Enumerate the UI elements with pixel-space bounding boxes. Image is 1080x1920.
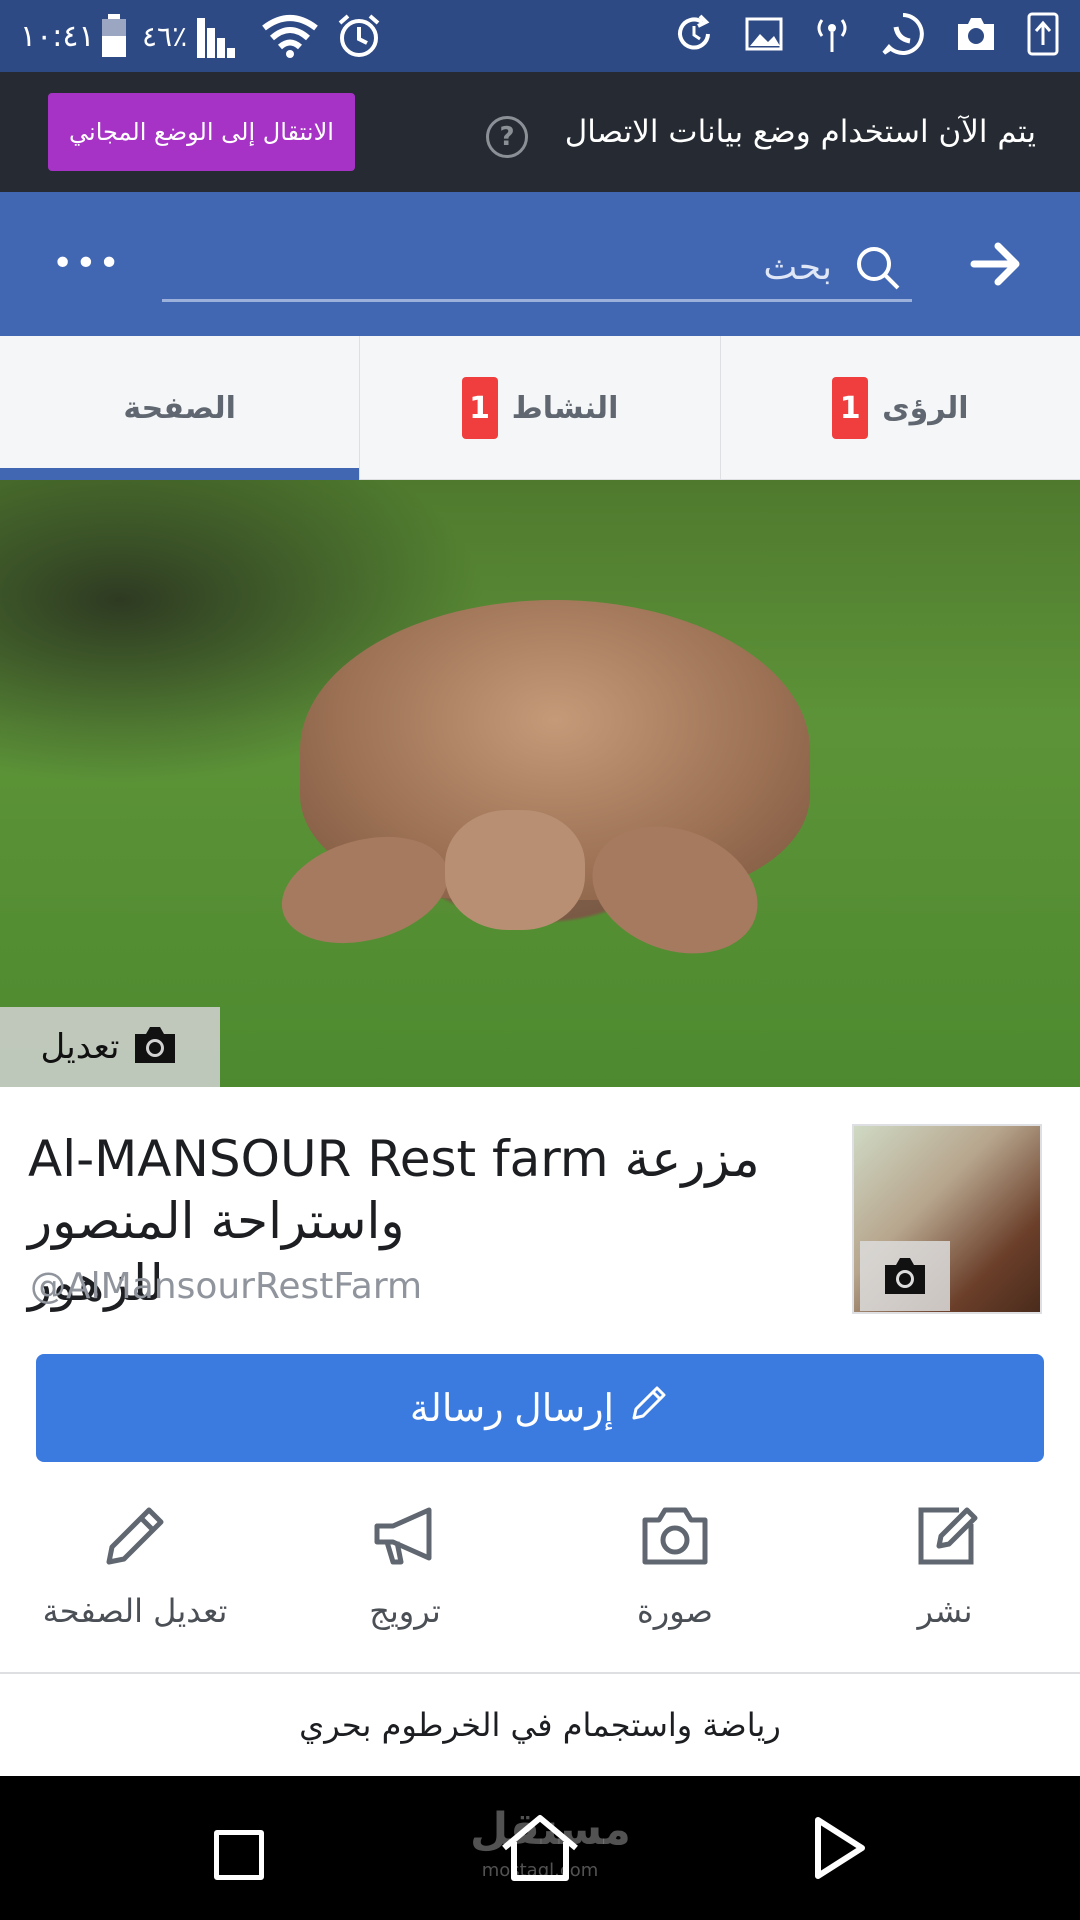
notification-badge: 1	[461, 377, 498, 439]
upload-icon	[1026, 11, 1060, 61]
action-label: صورة	[637, 1592, 713, 1630]
battery-icon	[100, 0, 128, 72]
signal-icon	[195, 0, 243, 72]
tab-page[interactable]: الصفحة	[0, 336, 361, 482]
battery-percent: ٤٦٪	[142, 19, 188, 53]
notification-badge: 1	[832, 377, 869, 439]
clock: ١٠:٤١	[20, 18, 95, 54]
promote-action-button[interactable]: ترويج	[270, 1490, 540, 1670]
recent-apps-button[interactable]	[214, 1830, 264, 1880]
camera-icon	[954, 14, 998, 58]
tab-label: النشاط	[511, 390, 619, 426]
tab-insights[interactable]: 1 الرؤى	[721, 336, 1080, 480]
sync-icon	[672, 12, 716, 60]
more-options-icon[interactable]: •••	[52, 244, 120, 284]
tab-activity[interactable]: 1 النشاط	[360, 336, 721, 480]
back-button[interactable]	[812, 1816, 868, 1884]
app-header: ••• بحث	[0, 192, 1080, 336]
wifi-icon	[262, 0, 318, 72]
compose-icon	[909, 1500, 981, 1576]
back-arrow-icon[interactable]	[970, 240, 1022, 292]
search-placeholder: بحث	[763, 246, 832, 288]
page-tabs: الصفحة 1 النشاط 1 الرؤى	[0, 336, 1080, 482]
hotspot-icon	[812, 14, 852, 58]
edit-cover-label: تعديل	[40, 1027, 120, 1067]
status-bar: ١٠:٤١ ٤٦٪	[0, 0, 1080, 72]
page-actions: نشر صورة ترويج تعديل الصفحة	[0, 1490, 1080, 1670]
data-mode-notice: يتم الآن استخدام وضع بيانات الاتصال	[564, 114, 1036, 150]
alarm-icon	[336, 0, 382, 72]
action-label: تعديل الصفحة	[42, 1592, 228, 1630]
camera-icon	[639, 1500, 711, 1576]
tortoise-head	[445, 810, 585, 930]
image-icon	[744, 14, 784, 58]
photo-action-button[interactable]: صورة	[540, 1490, 810, 1670]
publish-action-button[interactable]: نشر	[810, 1490, 1080, 1670]
search-icon	[854, 244, 902, 296]
edit-profile-picture-button[interactable]	[860, 1241, 950, 1311]
page-username: @AlMansourRestFarm	[30, 1266, 423, 1307]
pencil-icon	[99, 1500, 171, 1576]
action-label: ترويج	[369, 1592, 441, 1630]
camera-icon	[885, 1258, 925, 1294]
help-icon[interactable]: ?	[486, 116, 528, 158]
page-title-line: Al-MANSOUR Rest farm مزرعة	[28, 1130, 760, 1188]
send-message-button[interactable]: إرسال رسالة	[36, 1354, 1044, 1462]
edit-page-action-button[interactable]: تعديل الصفحة	[0, 1490, 270, 1670]
notification-icons	[672, 0, 1060, 72]
profile-picture[interactable]	[852, 1124, 1042, 1314]
edit-cover-button[interactable]: تعديل	[0, 1007, 220, 1087]
home-icon	[502, 1815, 578, 1881]
whatsapp-icon	[880, 11, 926, 61]
search-input[interactable]: بحث	[162, 232, 912, 302]
tab-label: الرؤى	[882, 390, 969, 426]
action-label: نشر	[917, 1592, 973, 1630]
home-button[interactable]	[498, 1814, 582, 1888]
system-nav-bar: مستقل mostaql.com	[0, 1776, 1080, 1920]
camera-icon	[131, 1024, 179, 1070]
tab-label: الصفحة	[123, 390, 236, 426]
data-mode-banner: الانتقال إلى الوضع المجاني يتم الآن استخ…	[0, 72, 1080, 192]
page-category: رياضة واستجمام في الخرطوم بحري	[299, 1706, 781, 1744]
switch-to-free-mode-button[interactable]: الانتقال إلى الوضع المجاني	[48, 93, 355, 171]
divider	[0, 1672, 1080, 1674]
send-message-label: إرسال رسالة	[409, 1387, 615, 1430]
pencil-icon	[628, 1382, 670, 1434]
cover-photo[interactable]: تعديل	[0, 480, 1080, 1087]
back-triangle-icon	[815, 1817, 865, 1879]
megaphone-icon	[369, 1500, 441, 1576]
